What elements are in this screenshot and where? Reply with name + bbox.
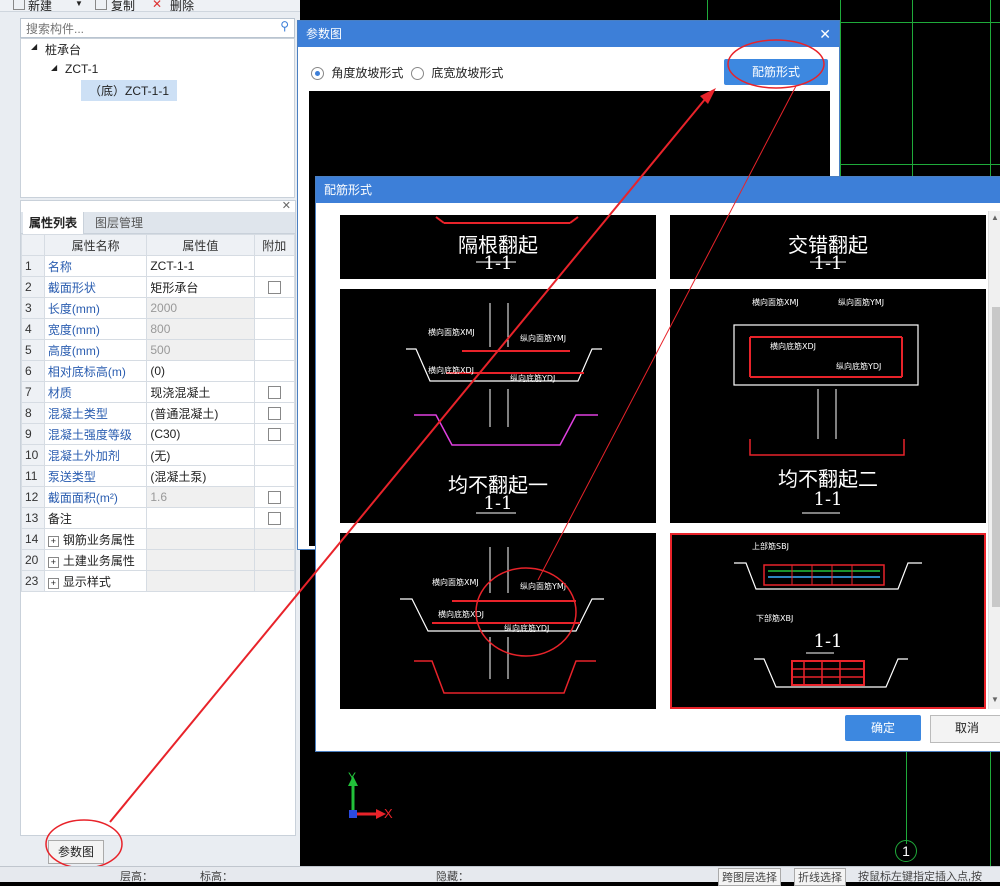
cross-layer-select-button[interactable]: 跨图层选择 xyxy=(718,868,781,886)
annotation-arrow-line xyxy=(537,85,797,581)
annotation-circle xyxy=(475,567,577,657)
annotation-circle xyxy=(727,39,825,89)
annotation-circle xyxy=(45,819,123,869)
status-bar: 层高： 标高： 隐藏： 跨图层选择 折线选择 按鼠标左键指定插入点,按 xyxy=(0,866,1000,886)
annotation-overlay xyxy=(45,39,825,869)
polyline-select-button[interactable]: 折线选择 xyxy=(794,868,846,886)
annotation-arrow-line xyxy=(109,97,707,823)
